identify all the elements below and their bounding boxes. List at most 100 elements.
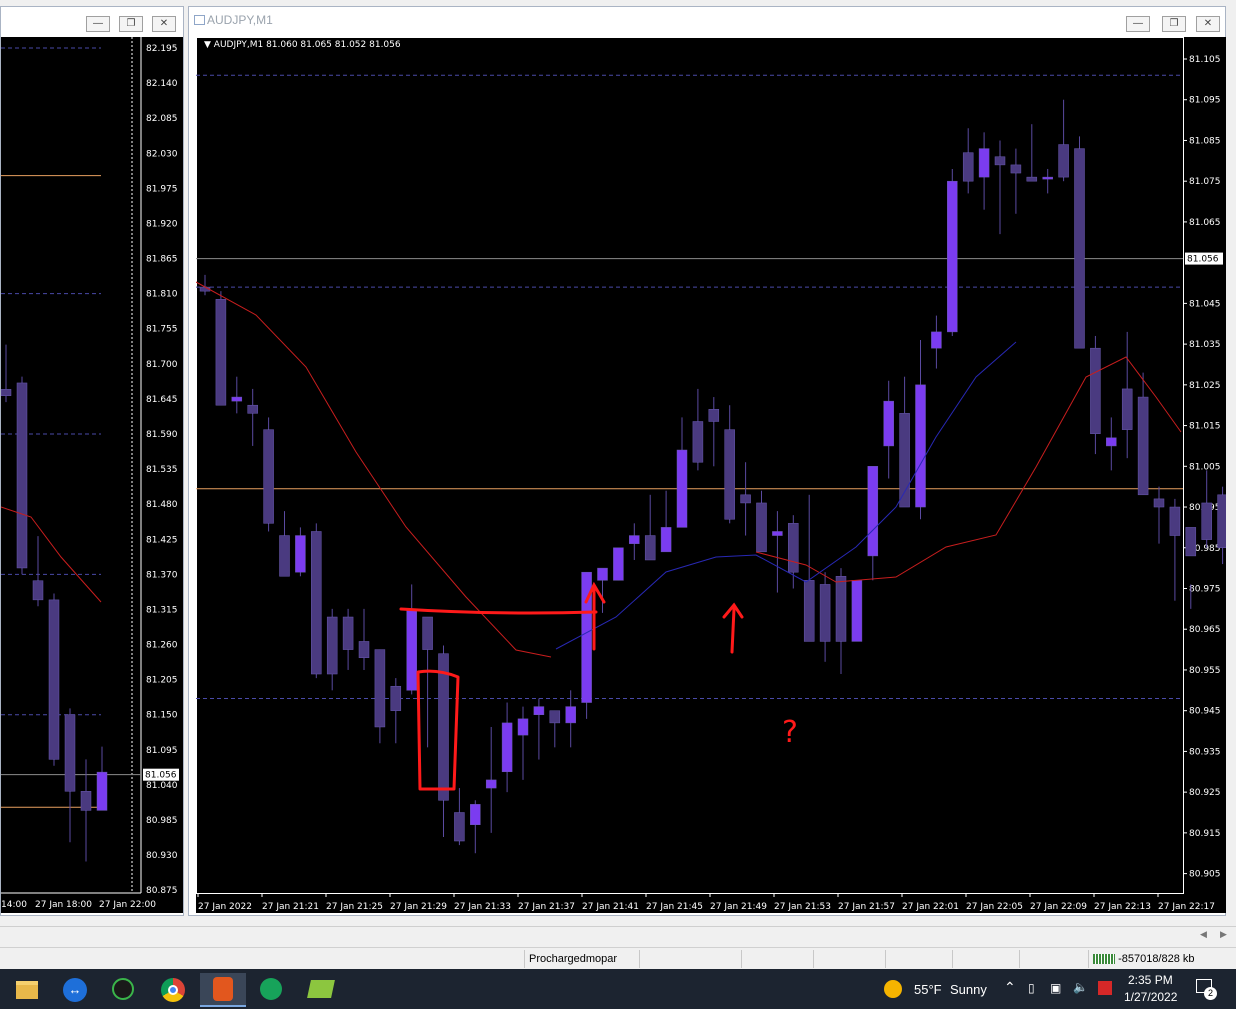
snipping-tool-icon[interactable] [200, 973, 246, 1007]
clock-time[interactable]: 2:35 PM [1128, 973, 1173, 987]
candle-body [1058, 144, 1069, 178]
moving-average-fast [755, 356, 1182, 583]
price-label: 81.015 [1189, 422, 1221, 432]
candle-body [708, 409, 720, 422]
price-label: 81.480 [146, 500, 178, 510]
candle-body [96, 771, 108, 811]
horizontal-scrollbar[interactable]: ◀ ▶ [0, 926, 1236, 947]
candle-body [819, 584, 831, 642]
candle-body [263, 429, 274, 524]
connection-status[interactable]: -857018/828 kb [1088, 950, 1233, 968]
metatrader-icon[interactable] [297, 973, 343, 1007]
current-price-label: 81.056 [1187, 255, 1219, 265]
moving-average-fast [196, 281, 552, 658]
time-label: 27 Jan 21:29 [390, 902, 447, 912]
time-label: 27 Jan 21:49 [710, 902, 767, 912]
candle-body [851, 580, 863, 642]
price-label: 81.315 [146, 605, 178, 615]
price-label: 80.875 [146, 886, 178, 896]
window-title: AUDJPY,M1 [207, 13, 273, 27]
notification-count: 2 [1204, 987, 1217, 1000]
chart-header-text: AUDJPY,M1 81.060 81.065 81.052 81.056 [213, 40, 401, 50]
candle-body [231, 396, 243, 402]
minimize-button[interactable]: — [1126, 16, 1150, 32]
left-chart-area[interactable]: 82.195 82.140 82.085 82.030 81.975 81.920 81.8… [1, 37, 183, 913]
teamviewer-icon[interactable]: ↔ [52, 973, 98, 1007]
status-cell [639, 950, 742, 968]
minimize-button[interactable]: — [86, 16, 110, 32]
candle-body [279, 535, 290, 577]
security-alert-icon[interactable] [1098, 981, 1112, 995]
price-label: 82.195 [146, 44, 178, 54]
status-cell [741, 950, 814, 968]
time-label: 27 Jan 21:41 [582, 902, 639, 912]
clock-date[interactable]: 1/27/2022 [1124, 990, 1177, 1004]
candle-body [80, 791, 92, 811]
weather-desc[interactable]: Sunny [950, 982, 987, 997]
close-button[interactable]: ✕ [152, 16, 176, 32]
candle-body [406, 608, 417, 691]
ninjatrader-icon[interactable] [100, 973, 146, 1007]
windows-taskbar: ↔ 55°F Sunny ⌃ ▯ ▣ 🔈 2:35 PM 1/27/2022 2 [0, 969, 1236, 1009]
status-cell [813, 950, 886, 968]
price-label: 81.975 [146, 184, 178, 194]
price-label: 81.920 [146, 219, 178, 229]
time-label: 27 Jan 21:33 [454, 902, 511, 912]
candle-body [311, 531, 322, 675]
show-hidden-icons-chevron-icon[interactable]: ⌃ [1004, 979, 1016, 996]
price-label: 81.150 [146, 711, 178, 721]
candle-body [1074, 148, 1085, 349]
price-label: 81.425 [146, 535, 178, 545]
annotation-horizontal-stroke [399, 607, 598, 615]
time-label: 27 Jan 22:05 [966, 902, 1023, 912]
candle-body [788, 523, 799, 573]
close-button[interactable]: ✕ [1196, 16, 1220, 32]
candle-body [1185, 527, 1197, 557]
candle-body [1121, 388, 1133, 430]
time-label: 27 Jan 21:53 [774, 902, 831, 912]
candle-body [724, 429, 735, 520]
price-label: 80.955 [1189, 666, 1221, 676]
price-label: 81.035 [1189, 340, 1221, 350]
candle-body [613, 547, 624, 581]
weather-temp[interactable]: 55°F [914, 982, 942, 997]
scroll-left-arrow-icon[interactable]: ◀ [1200, 929, 1207, 940]
maximize-button[interactable]: ❐ [119, 16, 143, 32]
candle-body [374, 649, 386, 728]
chrome-icon[interactable] [150, 973, 196, 1007]
annotation-box-stroke [416, 669, 460, 791]
trading-app-icon[interactable] [248, 973, 294, 1007]
candle-body [326, 616, 338, 675]
scroll-right-arrow-icon[interactable]: ▶ [1220, 929, 1227, 940]
price-label: 81.065 [1189, 218, 1221, 228]
price-label: 81.005 [1189, 462, 1221, 472]
time-label: 27 Jan 22:17 [1158, 902, 1215, 912]
time-label: 27 Jan 21:45 [646, 902, 703, 912]
time-label: 27 Jan 18:00 [35, 900, 92, 910]
chart-frame [196, 37, 1184, 894]
annotation-up-arrow [722, 602, 744, 654]
candle-body [1153, 498, 1165, 508]
candle-body [32, 580, 44, 601]
network-icon[interactable]: ▣ [1050, 981, 1061, 995]
main-chart-area[interactable]: 81.105 81.095 81.085 81.075 81.065 81.045 81.0… [196, 37, 1226, 913]
candle-body [676, 449, 688, 528]
candle-body [470, 804, 481, 825]
candle-body [16, 382, 28, 569]
volume-icon[interactable]: 🔈 [1073, 980, 1088, 994]
maximize-button[interactable]: ❐ [1162, 16, 1186, 32]
meet-now-icon[interactable]: ▯ [1028, 981, 1035, 995]
time-label: 27 Jan 21:37 [518, 902, 575, 912]
candle-body [1090, 347, 1101, 434]
price-label: 81.095 [1189, 96, 1221, 106]
price-label: 81.755 [146, 325, 178, 335]
file-explorer-icon[interactable] [4, 973, 50, 1007]
sun-icon[interactable] [884, 980, 902, 998]
candle-body [48, 599, 60, 760]
candle-body [64, 714, 76, 792]
price-label: 81.085 [1189, 136, 1221, 146]
chart-header: ▼ AUDJPY,M1 81.060 81.065 81.052 81.056 [204, 40, 401, 50]
price-label: 81.045 [1189, 299, 1221, 309]
price-label: 81.025 [1189, 381, 1221, 391]
price-label: 81.075 [1189, 177, 1221, 187]
